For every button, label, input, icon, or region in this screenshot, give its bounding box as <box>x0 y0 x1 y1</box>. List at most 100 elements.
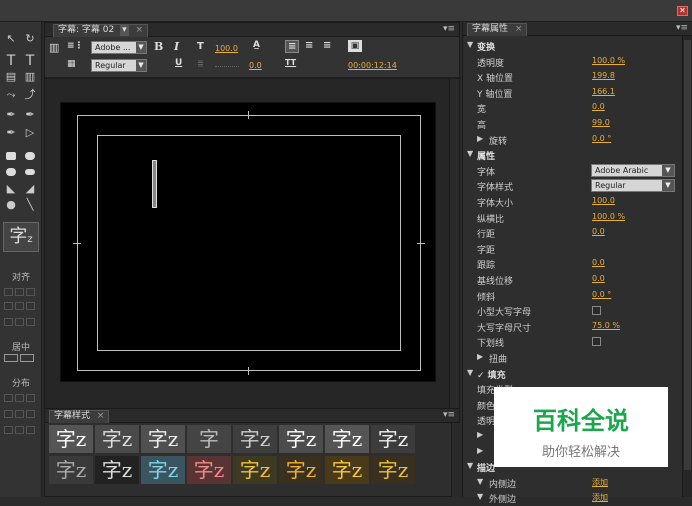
panel-menu-icon[interactable]: ▾≡ <box>443 410 455 420</box>
clipped-corner-tool-icon[interactable] <box>6 168 16 176</box>
scrollbar-thumb[interactable] <box>684 40 691 470</box>
tab-stops-button[interactable]: TT <box>285 58 296 67</box>
property-select[interactable]: Regular ▼ <box>591 179 675 193</box>
kerning-value[interactable]: 0.0 <box>249 61 262 70</box>
property-value[interactable]: 0.0 ° <box>592 290 611 299</box>
property-row[interactable]: 大写字母尺寸 75.0 % <box>463 319 683 335</box>
distribute-buttons-row-3[interactable] <box>4 426 38 436</box>
tab-close-icon[interactable]: × <box>136 25 144 35</box>
property-row[interactable]: 透明度 100.0 % <box>463 54 683 70</box>
style-swatch[interactable]: 字z <box>371 425 415 453</box>
property-value[interactable]: 0.0 ° <box>592 134 611 143</box>
vertical-area-type-tool-icon[interactable]: ▥ <box>22 70 38 84</box>
property-row[interactable]: ▼ 外侧边 添加 <box>463 490 683 506</box>
center-buttons[interactable] <box>4 354 38 364</box>
rectangle-tool-icon[interactable] <box>6 152 16 160</box>
pen-tool-icon[interactable]: ✒ <box>3 108 19 122</box>
property-row[interactable]: 高 99.0 <box>463 116 683 132</box>
roll-crawl-icon[interactable]: ≡⋮ <box>67 41 84 51</box>
property-checkbox[interactable] <box>592 337 601 347</box>
property-row[interactable]: 字体大小 100.0 <box>463 194 683 210</box>
tab-caption-styles[interactable]: 字幕样式 × <box>49 410 110 423</box>
align-right-button[interactable]: ≡ <box>323 40 331 51</box>
property-value[interactable]: 0.0 <box>592 227 605 236</box>
style-swatch[interactable]: 字z <box>233 456 277 484</box>
style-swatch[interactable]: 字z <box>187 456 231 484</box>
style-swatch[interactable]: 字z <box>49 425 93 453</box>
style-swatch[interactable]: 字z <box>95 425 139 453</box>
property-row[interactable]: 小型大写字母 <box>463 303 683 319</box>
property-row[interactable]: Y 轴位置 166.1 <box>463 85 683 101</box>
property-row[interactable]: ▶ 旋转 0.0 ° <box>463 132 683 148</box>
rotation-tool-icon[interactable]: ↻ <box>22 32 38 46</box>
style-swatch[interactable]: 字z <box>141 456 185 484</box>
style-swatch[interactable]: 字z <box>325 425 369 453</box>
vertical-type-tool-icon[interactable]: T <box>22 54 38 68</box>
rounded-corner-tool-icon[interactable] <box>25 169 35 175</box>
property-row[interactable]: 字距 <box>463 241 683 257</box>
expand-triangle-icon[interactable]: ▼ <box>467 368 473 377</box>
property-checkbox[interactable] <box>592 306 601 316</box>
property-select[interactable]: Adobe Arabic ▼ <box>591 163 675 177</box>
area-type-tool-icon[interactable]: ▤ <box>3 70 19 84</box>
tab-close-icon[interactable]: × <box>97 411 105 421</box>
new-caption-icon[interactable]: ▥ <box>49 41 59 54</box>
distribute-buttons-row-1[interactable] <box>4 394 38 404</box>
property-row[interactable]: 行距 0.0 <box>463 225 683 241</box>
property-value[interactable]: 75.0 % <box>592 321 620 330</box>
delete-anchor-tool-icon[interactable]: ✒ <box>22 108 38 122</box>
close-icon[interactable]: ✕ <box>677 6 688 16</box>
style-swatch[interactable]: 字z <box>141 425 185 453</box>
style-swatch[interactable]: 字z <box>95 456 139 484</box>
ellipse-tool-icon[interactable]: ● <box>3 198 19 212</box>
property-value[interactable]: 添加 <box>592 492 608 503</box>
property-row[interactable]: ▼ ✓ 填充 <box>463 366 683 382</box>
align-left-button[interactable]: ≡ <box>285 40 300 53</box>
props-scrollbar[interactable] <box>682 36 692 497</box>
align-buttons-row-3[interactable] <box>4 318 38 328</box>
italic-button[interactable]: I <box>174 40 179 53</box>
underline-button[interactable]: U <box>175 58 182 68</box>
panel-menu-icon[interactable]: ▾≡ <box>443 24 455 34</box>
expand-triangle-icon[interactable]: ▶ <box>477 352 483 361</box>
property-row[interactable]: ▼ 内侧边 添加 <box>463 475 683 491</box>
tab-close-icon[interactable]: × <box>515 24 523 34</box>
line-tool-icon[interactable]: ╲ <box>22 198 38 212</box>
expand-triangle-icon[interactable]: ▼ <box>467 40 473 49</box>
property-row[interactable]: ▼ 属性 <box>463 147 683 163</box>
type-tool-icon[interactable]: T <box>3 54 19 68</box>
rounded-rectangle-tool-icon[interactable] <box>25 152 35 160</box>
style-swatch[interactable]: 字z <box>279 456 323 484</box>
property-row[interactable]: 下划线 <box>463 334 683 350</box>
property-value[interactable]: 100.0 % <box>592 56 625 65</box>
style-swatch[interactable]: 字 <box>187 425 231 453</box>
expand-triangle-icon[interactable]: ▶ <box>477 430 483 439</box>
font-family-select[interactable]: Adobe ... ▼ <box>91 41 147 54</box>
property-row[interactable]: 纵横比 100.0 % <box>463 210 683 226</box>
property-value[interactable]: 100.0 <box>592 196 615 205</box>
path-type-tool-icon[interactable]: ⤳ <box>3 88 19 102</box>
property-row[interactable]: 倾斜 0.0 ° <box>463 288 683 304</box>
property-row[interactable]: ▼ 变换 <box>463 38 683 54</box>
style-swatch[interactable]: 字z <box>233 425 277 453</box>
font-size-value[interactable]: 100.0 <box>215 44 238 53</box>
align-buttons-row-1[interactable] <box>4 288 38 298</box>
wedge-tool-icon[interactable]: ◣ <box>3 182 19 196</box>
timecode[interactable]: 00:00:12:14 <box>348 61 397 70</box>
caption-canvas[interactable] <box>60 102 436 382</box>
property-value[interactable]: 100.0 % <box>592 212 625 221</box>
expand-triangle-icon[interactable]: ▶ <box>477 134 483 143</box>
text-cursor[interactable] <box>152 160 157 208</box>
property-value[interactable]: 添加 <box>592 477 608 488</box>
tab-caption-properties[interactable]: 字幕属性 × <box>467 23 528 36</box>
property-row[interactable]: 字体样式 Regular ▼ <box>463 178 683 194</box>
style-swatch[interactable]: 字z <box>325 456 369 484</box>
property-row[interactable]: X 轴位置 199.8 <box>463 69 683 85</box>
property-value[interactable]: 0.0 <box>592 274 605 283</box>
expand-triangle-icon[interactable]: ▼ <box>467 461 473 470</box>
property-value[interactable]: 199.8 <box>592 71 615 80</box>
expand-triangle-icon[interactable]: ▼ <box>467 149 473 158</box>
distribute-buttons-row-2[interactable] <box>4 410 38 420</box>
style-swatch[interactable]: 字z <box>279 425 323 453</box>
property-row[interactable]: ▶ 扭曲 <box>463 350 683 366</box>
